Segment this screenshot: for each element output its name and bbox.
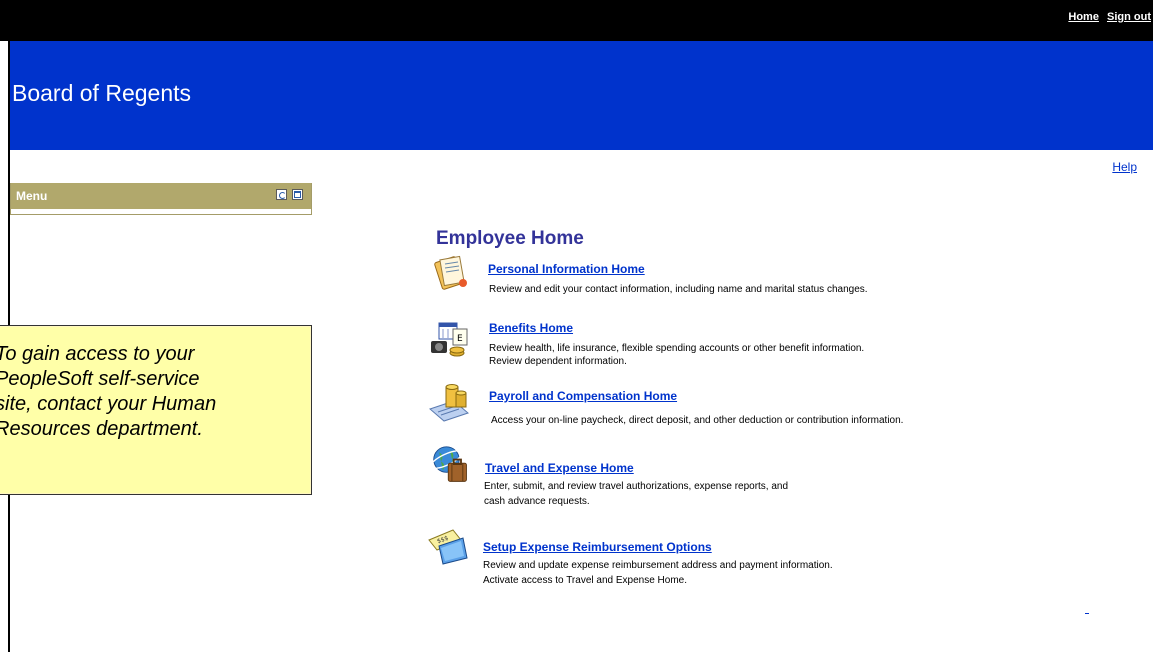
refresh-icon[interactable] — [276, 189, 287, 200]
payroll-compensation-home-link[interactable]: Payroll and Compensation Home — [489, 389, 677, 403]
callout-text: To gain access to your PeopleSoft self-s… — [0, 342, 310, 442]
expense-options-icon: $$$ — [428, 529, 468, 565]
item-description: cash advance requests. — [484, 496, 590, 507]
hidden-link-dash[interactable] — [1085, 613, 1089, 614]
menu-title: Menu — [16, 189, 48, 203]
callout-line: Resources department. — [0, 418, 203, 440]
top-links: Home Sign out — [1063, 11, 1151, 23]
menu-header: Menu — [11, 183, 311, 209]
page-title: Employee Home — [436, 228, 584, 249]
banner: Board of Regents — [10, 41, 1153, 150]
item-description: Review and edit your contact information… — [489, 284, 868, 295]
item-description: Enter, submit, and review travel authori… — [484, 481, 789, 492]
item-description: Review dependent information. — [489, 356, 627, 367]
callout-line: site, contact your Human — [0, 393, 217, 415]
personal-information-home-link[interactable]: Personal Information Home — [488, 262, 645, 276]
sign-out-link[interactable]: Sign out — [1107, 11, 1151, 23]
payroll-coins-check-icon — [429, 384, 469, 422]
globe-luggage-icon — [430, 446, 467, 482]
top-bar: Home Sign out — [0, 0, 1153, 41]
item-description: Review health, life insurance, flexible … — [489, 343, 865, 354]
svg-text:E: E — [457, 334, 463, 344]
menu-pagelet: Menu — [10, 183, 312, 215]
document-folder-icon — [434, 255, 467, 290]
callout-line: To gain access to your — [0, 343, 195, 365]
travel-expense-home-link[interactable]: Travel and Expense Home — [485, 461, 634, 475]
benefits-calendar-icon: E — [431, 322, 468, 357]
help-link[interactable]: Help — [1112, 160, 1137, 174]
benefits-home-link[interactable]: Benefits Home — [489, 321, 573, 335]
page: Home Sign out Board of Regents Help Menu… — [0, 0, 1153, 652]
item-description: Activate access to Travel and Expense Ho… — [483, 575, 687, 586]
setup-expense-reimbursement-link[interactable]: Setup Expense Reimbursement Options — [483, 540, 712, 554]
home-link[interactable]: Home — [1068, 11, 1099, 23]
banner-title: Board of Regents — [12, 80, 192, 106]
callout-line: PeopleSoft self-service — [0, 368, 200, 390]
callout-note: To gain access to your PeopleSoft self-s… — [0, 325, 312, 495]
maximize-icon[interactable] — [292, 189, 303, 200]
item-description: Review and update expense reimbursement … — [483, 560, 833, 571]
item-description: Access your on-line paycheck, direct dep… — [491, 415, 904, 426]
